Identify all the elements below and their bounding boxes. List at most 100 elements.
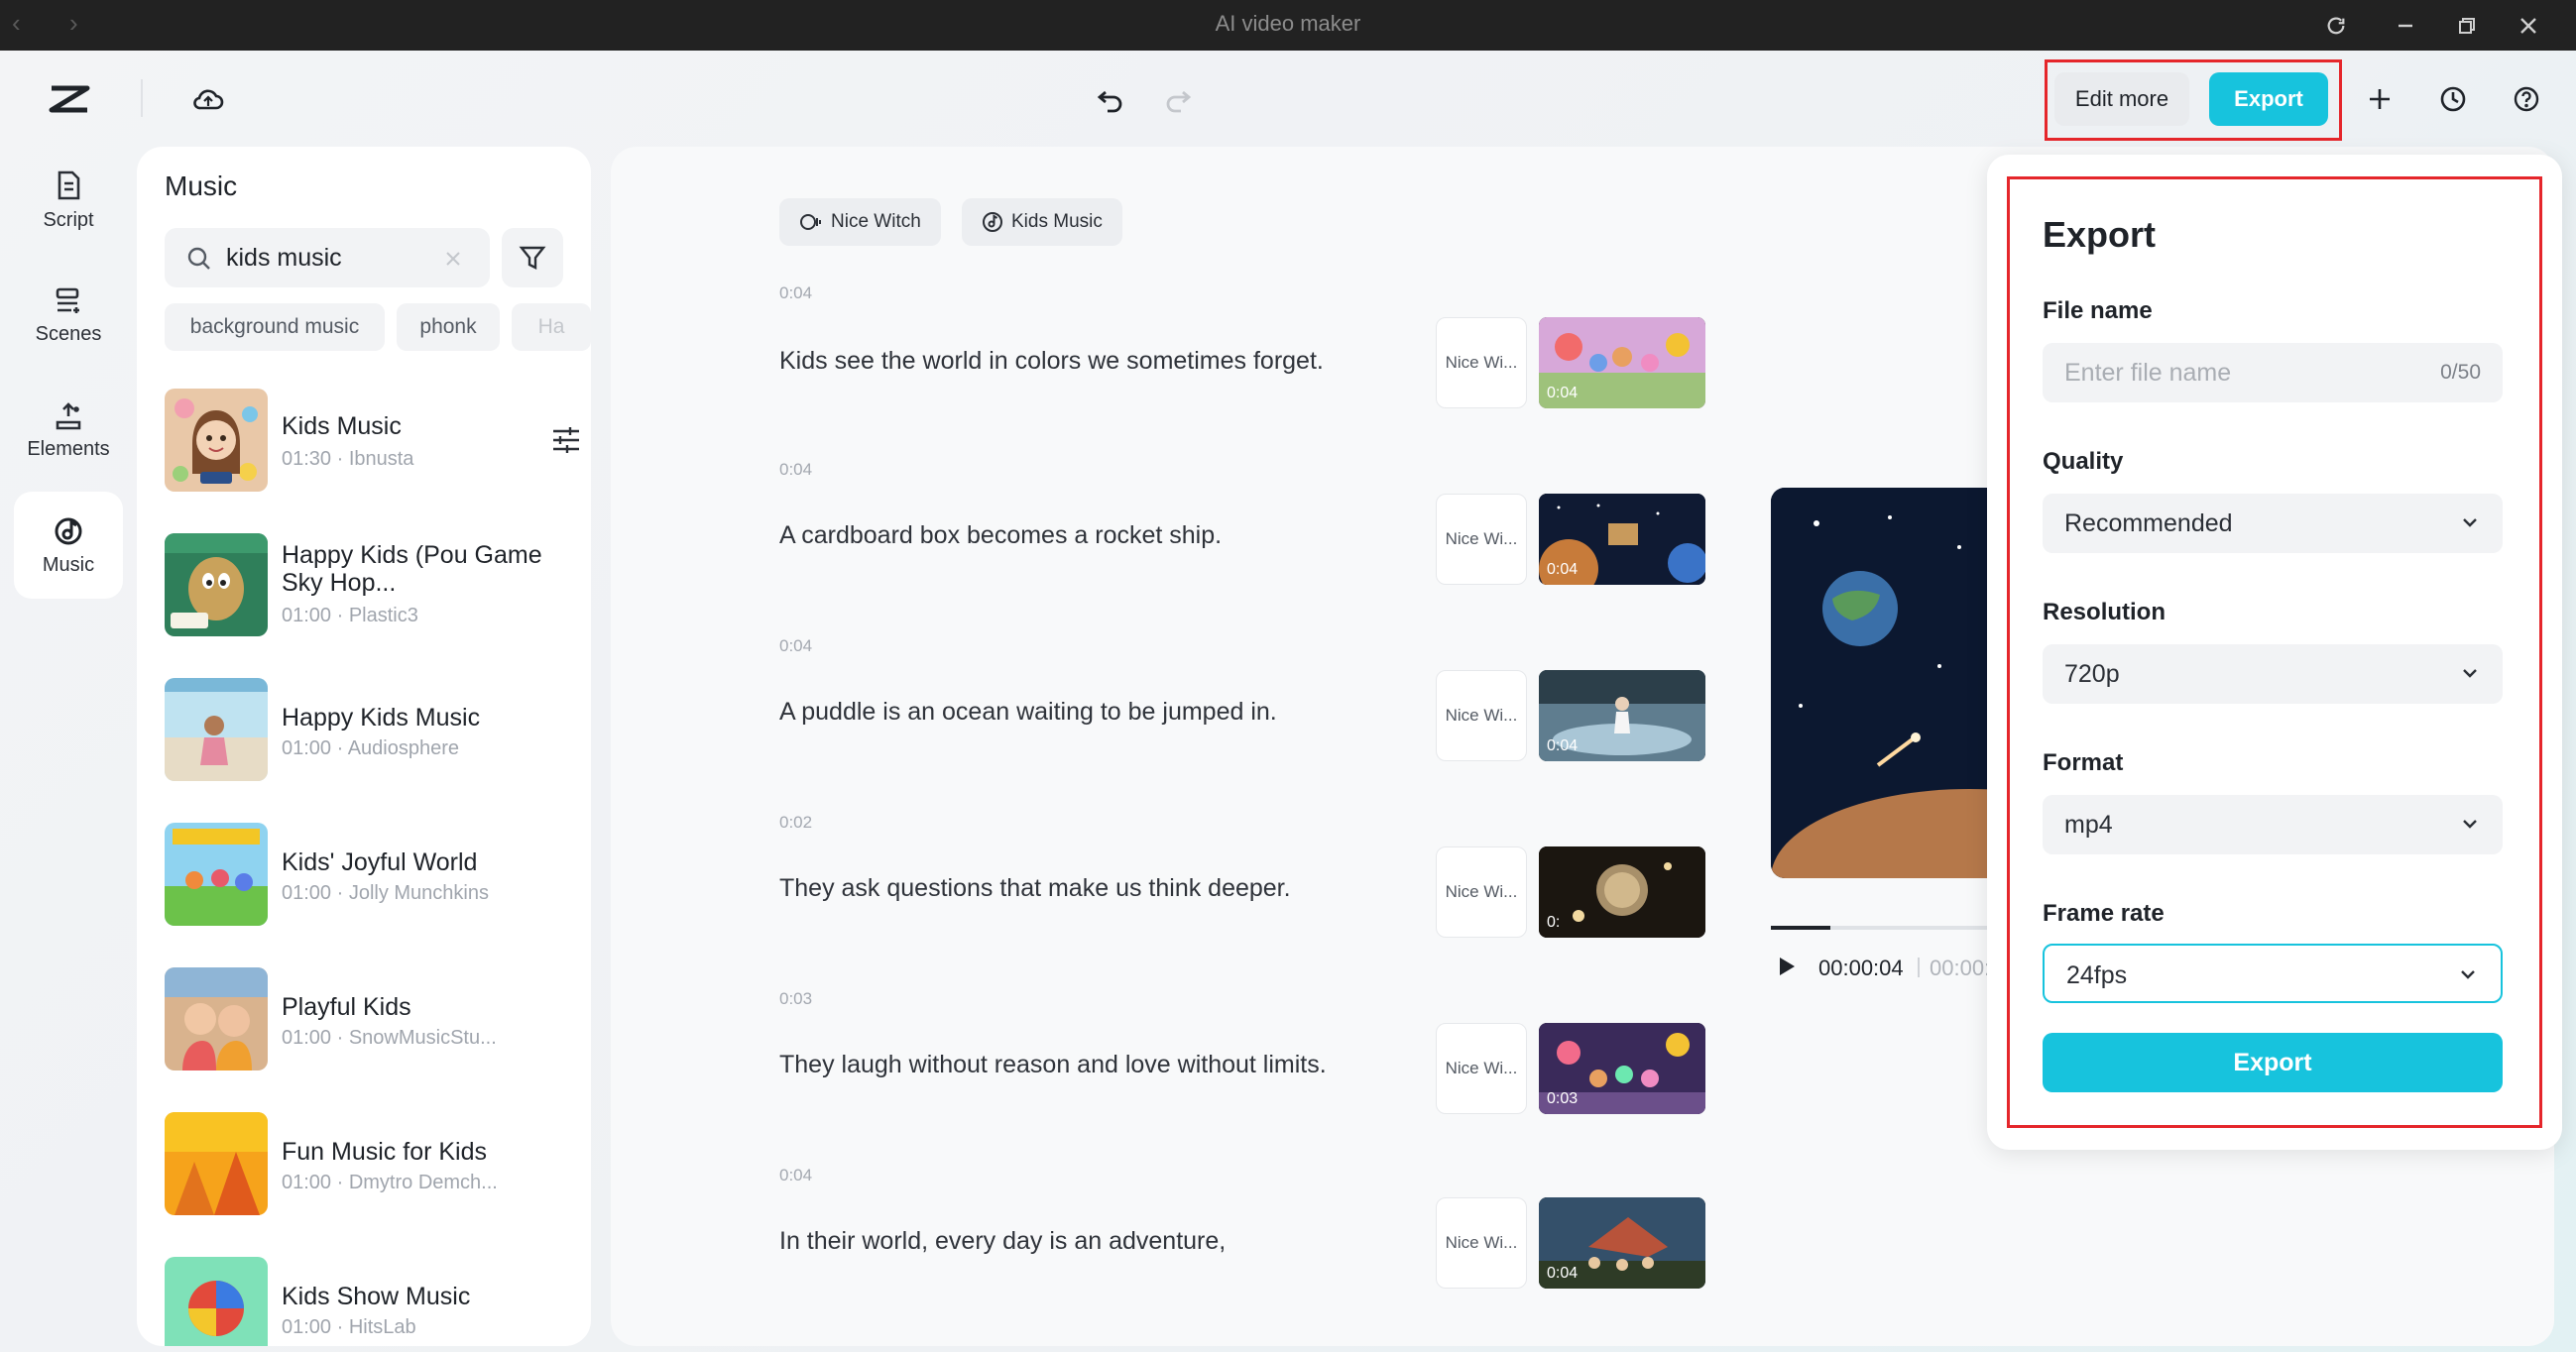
script-line[interactable]: Kids see the world in colors we sometime… (779, 347, 1324, 376)
frame-rate-label: Frame rate (2043, 900, 2165, 927)
line-duration: 0:04 (779, 283, 813, 302)
scenes-icon (56, 287, 79, 313)
track-name: Happy Kids Music (282, 704, 481, 732)
voice-selector[interactable]: Nice Wi... (1436, 670, 1527, 761)
playback-progress[interactable] (1771, 926, 2009, 930)
rail-item-elements[interactable]: Elements (14, 377, 123, 484)
elements-icon (56, 401, 81, 429)
track-item[interactable]: Happy Kids Music 01:00 · Audiosphere (165, 678, 581, 781)
play-icon[interactable] (1777, 956, 1797, 977)
rail-label: Script (43, 208, 94, 231)
music-search-input[interactable]: kids music (165, 228, 490, 287)
script-line[interactable]: In their world, every day is an adventur… (779, 1227, 1226, 1256)
script-line[interactable]: A cardboard box becomes a rocket ship. (779, 521, 1222, 550)
format-select[interactable]: mp4 (2043, 795, 2503, 854)
track-name: Happy Kids (Pou Game Sky Hop... (282, 541, 542, 597)
rail-label: Elements (27, 437, 110, 460)
track-cover (165, 823, 268, 926)
music-tag-icon (983, 212, 1002, 232)
scene-thumbnail[interactable]: 0:04 (1539, 1197, 1705, 1289)
export-top-button[interactable]: Export (2209, 72, 2328, 126)
voice-selector[interactable]: Nice Wi... (1436, 317, 1527, 408)
undo-icon[interactable] (1091, 79, 1130, 119)
music-panel-title: Music (165, 170, 238, 201)
scene-thumbnail[interactable]: 0:04 (1539, 317, 1705, 408)
voice-selector[interactable]: Nice Wi... (1436, 846, 1527, 938)
minimize-icon[interactable] (2386, 6, 2425, 46)
search-icon (187, 247, 210, 270)
history-icon[interactable] (2433, 79, 2473, 119)
track-cover (165, 1257, 268, 1346)
chip-phonk[interactable]: phonk (397, 303, 500, 351)
filter-button[interactable] (502, 228, 563, 287)
adjust-icon[interactable] (551, 426, 581, 454)
track-item[interactable]: Playful Kids 01:00 · SnowMusicStu... (165, 967, 581, 1070)
track-meta: 01:00 · Dmytro Demch... (282, 1172, 498, 1193)
track-item[interactable]: Fun Music for Kids 01:00 · Dmytro Demch.… (165, 1112, 581, 1215)
format-label: Format (2043, 749, 2124, 776)
script-line[interactable]: They ask questions that make us think de… (779, 874, 1291, 903)
export-panel: Export File name Enter file name 0/50 Qu… (1987, 155, 2562, 1150)
quality-select[interactable]: Recommended (2043, 494, 2503, 553)
thumb-duration: 0:04 (1547, 561, 1579, 578)
track-cover (165, 678, 268, 781)
frame-rate-select[interactable]: 24fps (2043, 944, 2503, 1003)
music-tag[interactable]: Kids Music (962, 198, 1122, 246)
voice-tag[interactable]: Nice Witch (779, 198, 941, 246)
chevron-down-icon (2461, 970, 2475, 979)
line-duration: 0:04 (779, 460, 813, 479)
filter-icon (519, 246, 546, 270)
quality-label: Quality (2043, 448, 2124, 475)
chevron-down-icon (2463, 518, 2477, 527)
voice-selector[interactable]: Nice Wi... (1436, 1023, 1527, 1114)
edit-more-button[interactable]: Edit more (2054, 72, 2189, 126)
total-time: 00:00: (1930, 956, 1991, 980)
music-panel: Music kids music background music phonk … (137, 147, 591, 1346)
track-item[interactable]: Kids' Joyful World 01:00 · Jolly Munchki… (165, 823, 581, 926)
music-tag-label: Kids Music (1011, 211, 1103, 232)
format-value: mp4 (2064, 811, 2113, 839)
thumb-duration: 0:04 (1547, 385, 1579, 401)
help-icon[interactable] (2507, 79, 2546, 119)
restore-icon[interactable] (2447, 6, 2487, 46)
refresh-icon[interactable] (2316, 6, 2356, 46)
voice-selector[interactable]: Nice Wi... (1436, 1197, 1527, 1289)
track-item[interactable]: Kids Music 01:30 · Ibnusta (165, 389, 581, 492)
scene-thumbnail[interactable]: 0:04 (1539, 670, 1705, 761)
chevron-down-icon (2463, 820, 2477, 829)
voice-selector[interactable]: Nice Wi... (1436, 494, 1527, 585)
rail-item-music[interactable]: Music (14, 492, 123, 599)
line-duration: 0:04 (779, 1166, 813, 1184)
voice-tag-label: Nice Witch (831, 211, 921, 232)
scene-thumbnail[interactable]: 0:04 (1539, 494, 1705, 585)
script-line[interactable]: They laugh without reason and love witho… (779, 1051, 1327, 1079)
track-name: Playful Kids (282, 993, 411, 1021)
script-line[interactable]: A puddle is an ocean waiting to be jumpe… (779, 698, 1277, 727)
rail-item-script[interactable]: Script (14, 147, 123, 254)
close-icon[interactable] (2509, 6, 2548, 46)
export-confirm-button[interactable]: Export (2043, 1033, 2503, 1092)
rail-label: Scenes (35, 322, 102, 345)
resolution-value: 720p (2064, 660, 2120, 688)
thumb-duration: 0:03 (1547, 1090, 1579, 1107)
add-icon[interactable] (2360, 79, 2400, 119)
chip-partial[interactable]: Ha (512, 303, 591, 351)
time-separator (1918, 958, 1920, 977)
clear-icon[interactable] (444, 250, 462, 268)
scene-thumbnail[interactable]: 0:03 (1539, 1023, 1705, 1114)
voice-icon (800, 214, 821, 230)
thumb-duration: 0:04 (1547, 737, 1579, 754)
video-preview[interactable] (1771, 488, 2009, 878)
chip-background-music[interactable]: background music (165, 303, 385, 351)
rail-item-scenes[interactable]: Scenes (14, 262, 123, 369)
scene-thumbnail[interactable]: 0: (1539, 846, 1705, 938)
redo-icon[interactable] (1158, 79, 1198, 119)
capcut-logo-icon[interactable] (44, 77, 95, 121)
file-name-input[interactable]: Enter file name 0/50 (2043, 343, 2503, 402)
track-item[interactable]: Happy Kids (Pou Game Sky Hop... 01:00 · … (165, 533, 581, 636)
line-duration: 0:03 (779, 989, 813, 1008)
cloud-icon[interactable] (186, 79, 230, 119)
resolution-select[interactable]: 720p (2043, 644, 2503, 704)
track-item[interactable]: Kids Show Music 01:00 · HitsLab (165, 1257, 581, 1346)
window-title: AI video maker (1215, 11, 1361, 36)
